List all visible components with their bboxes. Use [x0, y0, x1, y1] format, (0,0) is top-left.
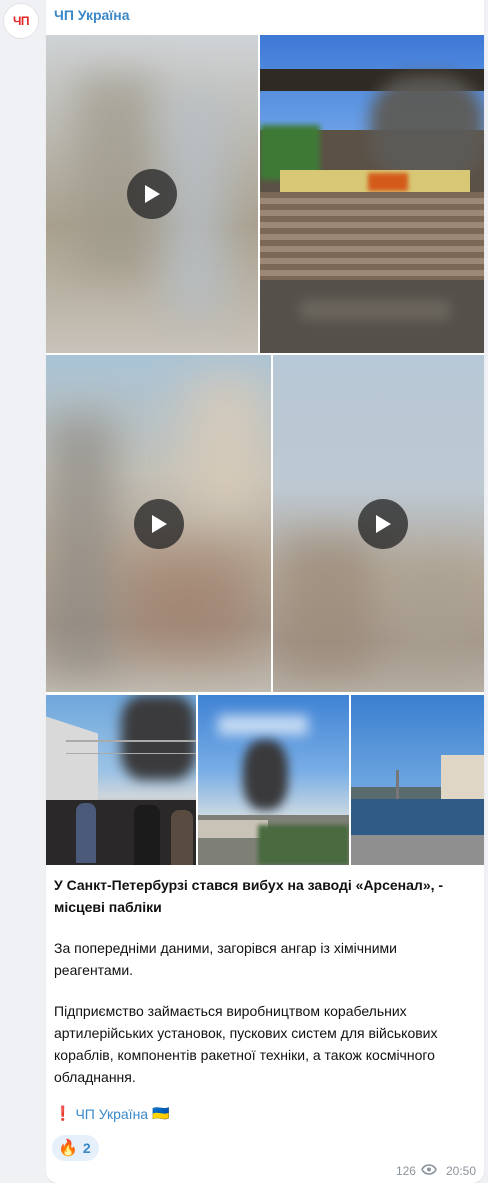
eye-icon: [421, 1164, 437, 1178]
video-thumbnail-2[interactable]: [260, 35, 484, 353]
video-thumbnail-1[interactable]: [46, 35, 258, 353]
exclamation-icon: ❗: [54, 1105, 72, 1121]
photo-thumbnail-3[interactable]: [351, 695, 484, 865]
reaction-fire[interactable]: 🔥 2: [52, 1135, 99, 1161]
reaction-count: 2: [82, 1140, 91, 1156]
play-icon[interactable]: [357, 498, 408, 549]
post-signature: ❗ ЧП Україна 🇺🇦: [54, 1105, 170, 1122]
ukraine-flag-icon: 🇺🇦: [152, 1105, 170, 1121]
photo-thumbnail-2[interactable]: [198, 695, 349, 865]
message-meta: 126 20:50: [396, 1164, 476, 1178]
video-thumbnail-3[interactable]: [46, 355, 271, 692]
play-icon[interactable]: [133, 498, 184, 549]
message-time: 20:50: [445, 1164, 476, 1178]
avatar-text: ЧП: [12, 14, 30, 28]
play-icon[interactable]: [127, 169, 177, 219]
post-paragraph-2: Підприємство займається виробництвом кор…: [54, 1003, 438, 1085]
post-paragraph-1: За попередніми даними, загорівся ангар і…: [54, 940, 397, 978]
video-thumbnail-4[interactable]: [273, 355, 484, 692]
channel-name[interactable]: ЧП Україна: [54, 7, 130, 23]
channel-avatar[interactable]: ЧП: [3, 3, 39, 39]
fire-icon: 🔥: [58, 1140, 78, 1157]
signature-link[interactable]: ЧП Україна: [75, 1106, 148, 1122]
views-count: 126: [395, 1164, 416, 1178]
message-card: ЧП Україна У Санкт-Петербурзі стався виб…: [46, 0, 484, 1183]
post-title: У Санкт-Петербурзі стався вибух на завод…: [54, 877, 444, 915]
photo-thumbnail-1[interactable]: [46, 695, 196, 865]
